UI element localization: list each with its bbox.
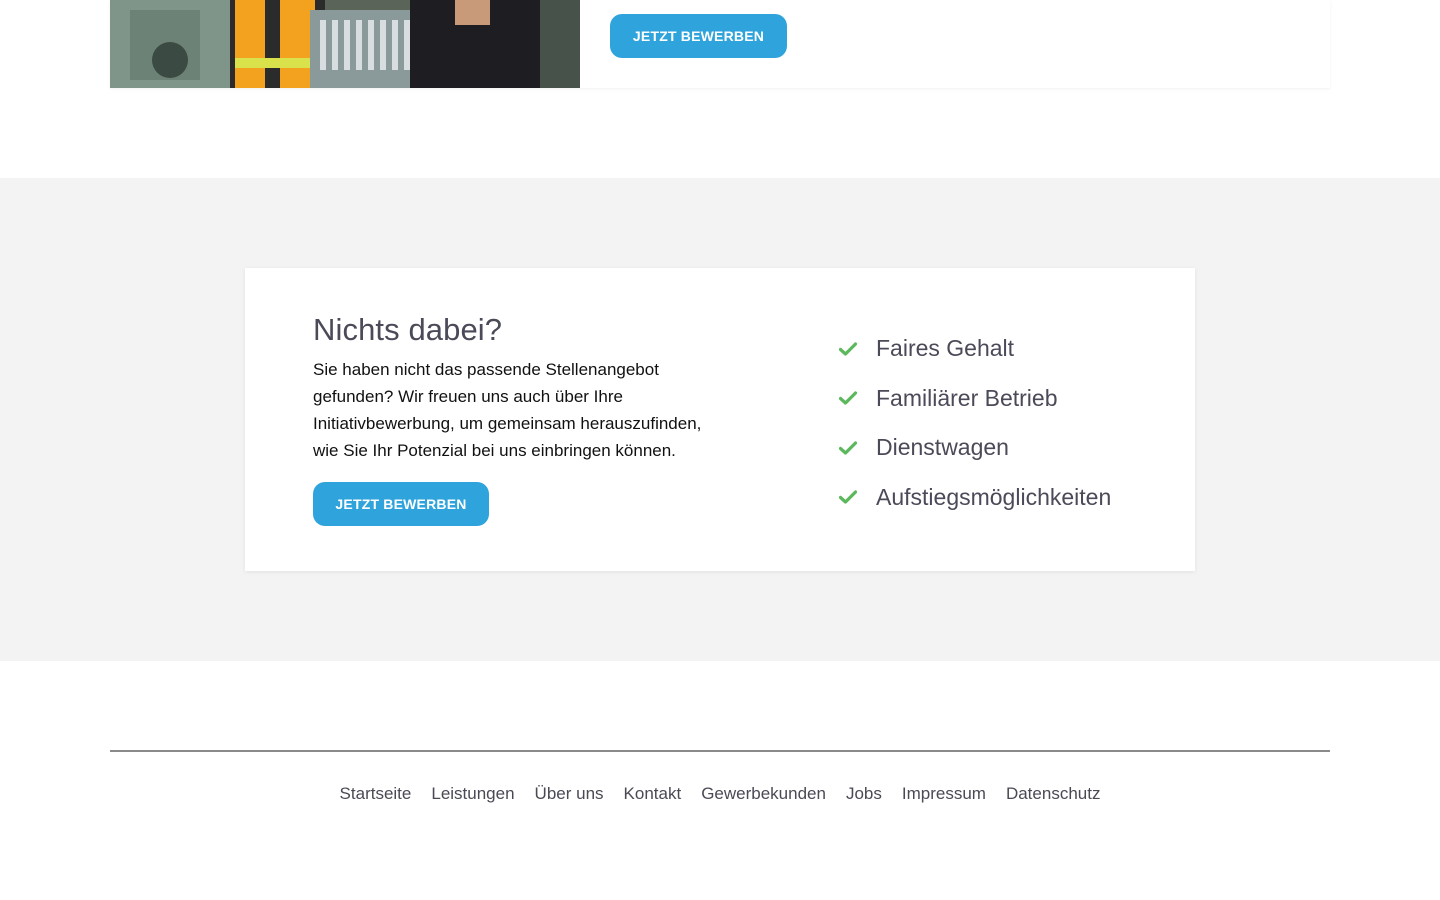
initiative-title: Nichts dabei? — [313, 312, 503, 347]
check-icon — [837, 486, 859, 508]
initiative-card: Nichts dabei? Sie haben nicht das passen… — [245, 268, 1195, 571]
footer-link-leistungen[interactable]: Leistungen — [431, 784, 514, 804]
footer-link-datenschutz[interactable]: Datenschutz — [1006, 784, 1101, 804]
initiative-section: Nichts dabei? Sie haben nicht das passen… — [0, 178, 1440, 661]
benefits-list: Faires Gehalt Familiärer Betrieb Dienstw… — [837, 324, 1111, 522]
benefit-item: Faires Gehalt — [837, 324, 1111, 374]
footer-nav: Startseite Leistungen Über uns Kontakt G… — [0, 784, 1440, 804]
check-icon — [837, 338, 859, 360]
benefit-label: Dienstwagen — [876, 434, 1009, 461]
benefit-label: Familiärer Betrieb — [876, 384, 1058, 411]
check-icon — [837, 437, 859, 459]
initiative-text: Sie haben nicht das passende Stellenange… — [313, 360, 702, 460]
benefit-item: Aufstiegsmöglichkeiten — [837, 473, 1111, 523]
benefit-label: Aufstiegsmöglichkeiten — [876, 483, 1112, 510]
footer-link-ueber-uns[interactable]: Über uns — [535, 784, 604, 804]
footer-link-kontakt[interactable]: Kontakt — [624, 784, 682, 804]
apply-button[interactable]: JETZT BEWERBEN — [610, 14, 787, 58]
footer-divider — [110, 750, 1330, 752]
footer-link-startseite[interactable]: Startseite — [340, 784, 412, 804]
job-photo — [110, 0, 580, 88]
initiative-apply-button[interactable]: JETZT BEWERBEN — [313, 482, 489, 526]
benefit-item: Dienstwagen — [837, 423, 1111, 473]
footer-link-jobs[interactable]: Jobs — [846, 784, 882, 804]
footer-link-gewerbekunden[interactable]: Gewerbekunden — [701, 784, 826, 804]
footer-link-impressum[interactable]: Impressum — [902, 784, 986, 804]
benefit-item: Familiärer Betrieb — [837, 374, 1111, 424]
check-icon — [837, 387, 859, 409]
job-card: JETZT BEWERBEN — [110, 0, 1330, 88]
benefit-label: Faires Gehalt — [876, 335, 1015, 362]
